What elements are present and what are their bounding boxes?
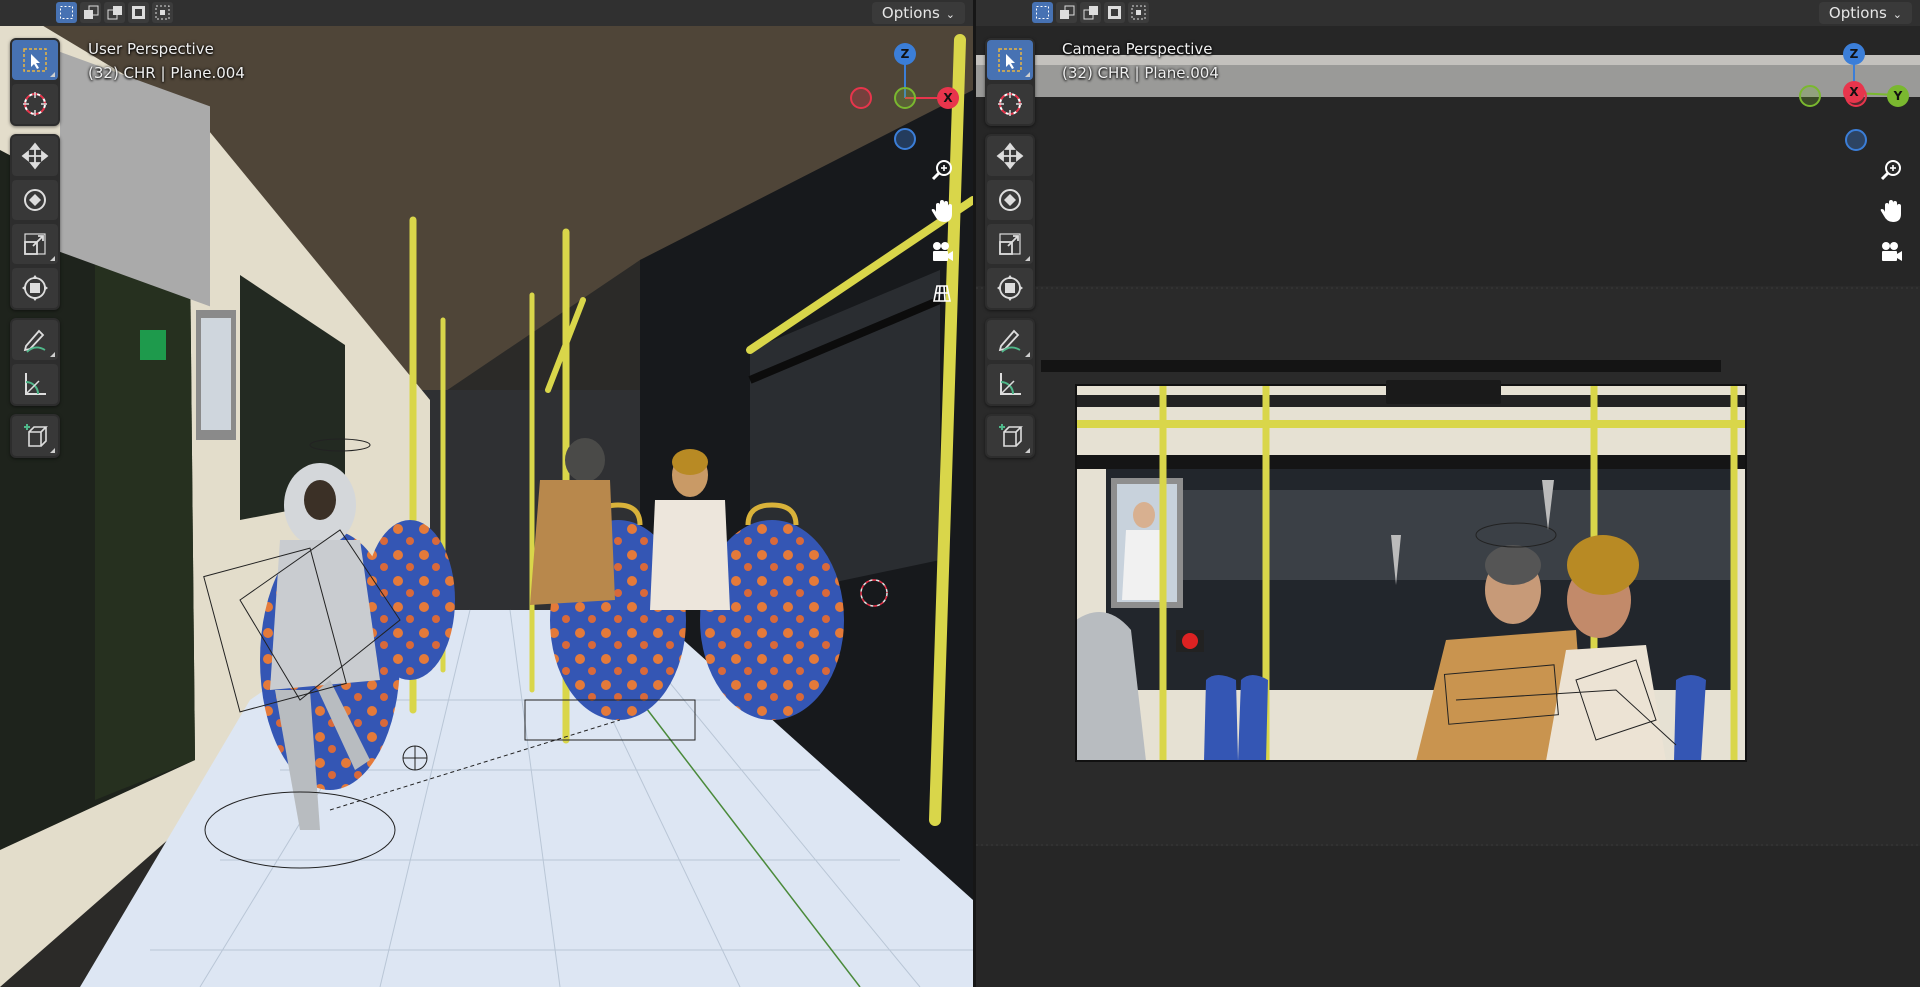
measure-icon — [1000, 373, 1021, 395]
view-name: User Perspective — [88, 40, 214, 58]
pan-hand-icon[interactable] — [1876, 196, 1906, 226]
cursor-icon — [23, 92, 47, 116]
gizmo-axis-x[interactable]: X — [1843, 81, 1865, 103]
select-subtract-icon[interactable] — [1080, 2, 1101, 23]
select-intersect-icon[interactable] — [1128, 2, 1149, 23]
gizmo-axis-y[interactable]: Y — [1887, 85, 1909, 107]
annotate-tool[interactable] — [987, 320, 1033, 360]
select-subtract-icon[interactable] — [104, 2, 125, 23]
pan-hand-icon[interactable] — [927, 196, 957, 226]
grid-icon[interactable] — [927, 278, 957, 308]
add-cube-tool[interactable] — [987, 416, 1033, 456]
tool-shelf — [10, 38, 60, 466]
add-cube-icon — [999, 424, 1023, 447]
gizmo-axis-y[interactable] — [894, 87, 916, 109]
chevron-down-icon: ⌄ — [1892, 8, 1902, 21]
camera-icon[interactable] — [927, 237, 957, 267]
select-box-tool[interactable] — [12, 40, 58, 80]
object-info: (32) CHR | Plane.004 — [1062, 64, 1219, 82]
select-extend-icon[interactable] — [1056, 2, 1077, 23]
annotate-tool[interactable] — [12, 320, 58, 360]
rotate-icon — [24, 189, 46, 211]
gizmo-axis-neg-y[interactable] — [1799, 85, 1821, 107]
scale-icon — [999, 233, 1021, 255]
move-tool[interactable] — [12, 136, 58, 176]
add-cube-tool[interactable] — [12, 416, 58, 456]
viewport-info: User Perspective (32) CHR | Plane.004 — [88, 37, 245, 85]
transform-icon — [22, 275, 48, 301]
measure-icon — [25, 373, 46, 395]
rotate-tool[interactable] — [987, 180, 1033, 220]
navigation-gizmo[interactable]: Z X — [845, 40, 965, 160]
select-box-icon — [998, 48, 1022, 72]
viewport-info: Camera Perspective (32) CHR | Plane.004 — [1062, 37, 1219, 85]
navigation-gizmo[interactable]: Z Y X — [1794, 40, 1914, 160]
select-new-icon[interactable] — [1032, 2, 1053, 23]
measure-tool[interactable] — [987, 364, 1033, 404]
scale-icon — [24, 233, 46, 255]
zoom-icon[interactable] — [927, 155, 957, 185]
rotate-icon — [999, 189, 1021, 211]
select-box-icon — [23, 48, 47, 72]
transform-tool[interactable] — [987, 268, 1033, 308]
rotate-tool[interactable] — [12, 180, 58, 220]
options-label: Options — [881, 4, 940, 22]
options-dropdown[interactable]: Options ⌄ — [871, 2, 965, 24]
scene-user-perspective[interactable] — [0, 0, 973, 987]
select-invert-icon[interactable] — [128, 2, 149, 23]
tool-shelf — [985, 38, 1035, 466]
options-label: Options — [1828, 4, 1887, 22]
pencil-icon — [998, 329, 1021, 353]
move-icon — [996, 142, 1024, 170]
left-viewport[interactable]: Options ⌄ User Perspective (32) CHR | Pla… — [0, 0, 973, 987]
viewport-header: Options ⌄ — [976, 0, 1920, 26]
gizmo-axis-neg-z[interactable] — [894, 128, 916, 150]
cursor-tool[interactable] — [987, 84, 1033, 124]
measure-tool[interactable] — [12, 364, 58, 404]
cursor-tool[interactable] — [12, 84, 58, 124]
select-new-icon[interactable] — [56, 2, 77, 23]
camera-icon[interactable] — [1876, 237, 1906, 267]
zoom-icon[interactable] — [1876, 155, 1906, 185]
select-extend-icon[interactable] — [80, 2, 101, 23]
right-viewport[interactable]: Options ⌄ Camera Perspective (32) CHR | P… — [976, 0, 1920, 987]
select-box-tool[interactable] — [987, 40, 1033, 80]
cursor-icon — [998, 92, 1022, 116]
select-intersect-icon[interactable] — [152, 2, 173, 23]
select-mode-group — [1032, 2, 1149, 23]
move-tool[interactable] — [987, 136, 1033, 176]
add-cube-icon — [24, 424, 48, 447]
scene-camera-perspective[interactable] — [976, 0, 1920, 987]
options-dropdown[interactable]: Options ⌄ — [1818, 2, 1912, 24]
gizmo-axis-neg-x[interactable] — [850, 87, 872, 109]
gizmo-axis-neg-z[interactable] — [1845, 129, 1867, 151]
move-icon — [21, 142, 49, 170]
scale-tool[interactable] — [987, 224, 1033, 264]
pencil-icon — [23, 329, 46, 353]
transform-tool[interactable] — [12, 268, 58, 308]
viewport-header: Options ⌄ — [0, 0, 973, 26]
gizmo-axis-z[interactable]: Z — [894, 43, 916, 65]
transform-icon — [997, 275, 1023, 301]
select-invert-icon[interactable] — [1104, 2, 1125, 23]
gizmo-axis-x[interactable]: X — [937, 87, 959, 109]
object-info: (32) CHR | Plane.004 — [88, 64, 245, 82]
chevron-down-icon: ⌄ — [945, 8, 955, 21]
view-name: Camera Perspective — [1062, 40, 1213, 58]
scale-tool[interactable] — [12, 224, 58, 264]
gizmo-axis-z[interactable]: Z — [1843, 43, 1865, 65]
select-mode-group — [56, 2, 173, 23]
